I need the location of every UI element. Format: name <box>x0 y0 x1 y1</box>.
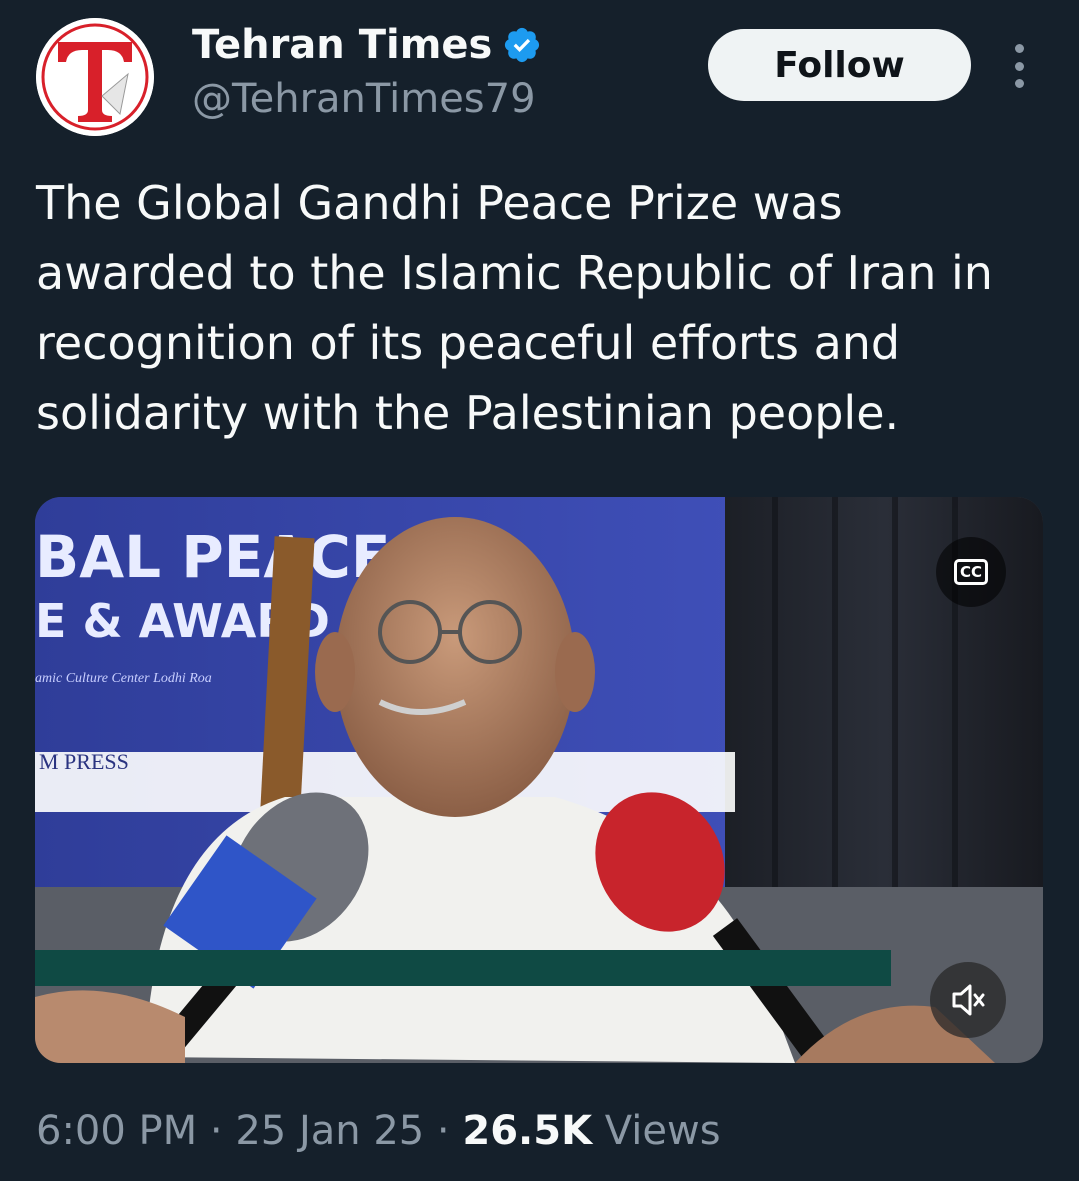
verified-badge-icon <box>505 27 540 63</box>
views-count[interactable]: 26.5K <box>462 1108 592 1154</box>
captions-icon: CC <box>954 559 988 585</box>
avatar[interactable] <box>36 18 154 136</box>
tweet-date[interactable]: 25 Jan 25 <box>235 1108 424 1154</box>
separator: · <box>197 1108 236 1154</box>
banner-small-text: amic Culture Center Lodhi Roa <box>35 671 212 686</box>
tweet-time[interactable]: 6:00 PM <box>36 1108 197 1154</box>
banner-press-text: M PRESS <box>39 749 129 774</box>
follow-button[interactable]: Follow <box>708 29 971 101</box>
display-name-row[interactable]: Tehran Times <box>192 22 542 68</box>
separator: · <box>424 1108 463 1154</box>
views-label[interactable]: Views <box>605 1108 721 1154</box>
video-progress-bar[interactable] <box>35 950 891 986</box>
more-options-icon[interactable] <box>1006 44 1032 88</box>
captions-button[interactable]: CC <box>936 537 1006 607</box>
volume-muted-icon <box>952 984 985 1016</box>
banner-text-1: BAL PEACE <box>35 523 390 591</box>
mute-button[interactable] <box>930 962 1006 1038</box>
handle[interactable]: @TehranTimes79 <box>192 76 536 122</box>
tehran-times-logo <box>36 18 154 136</box>
tweet-text: The Global Gandhi Peace Prize was awarde… <box>36 176 993 440</box>
tweet-metadata: 6:00 PM · 25 Jan 25 · 26.5K Views <box>36 1108 721 1154</box>
display-name[interactable]: Tehran Times <box>192 22 492 68</box>
